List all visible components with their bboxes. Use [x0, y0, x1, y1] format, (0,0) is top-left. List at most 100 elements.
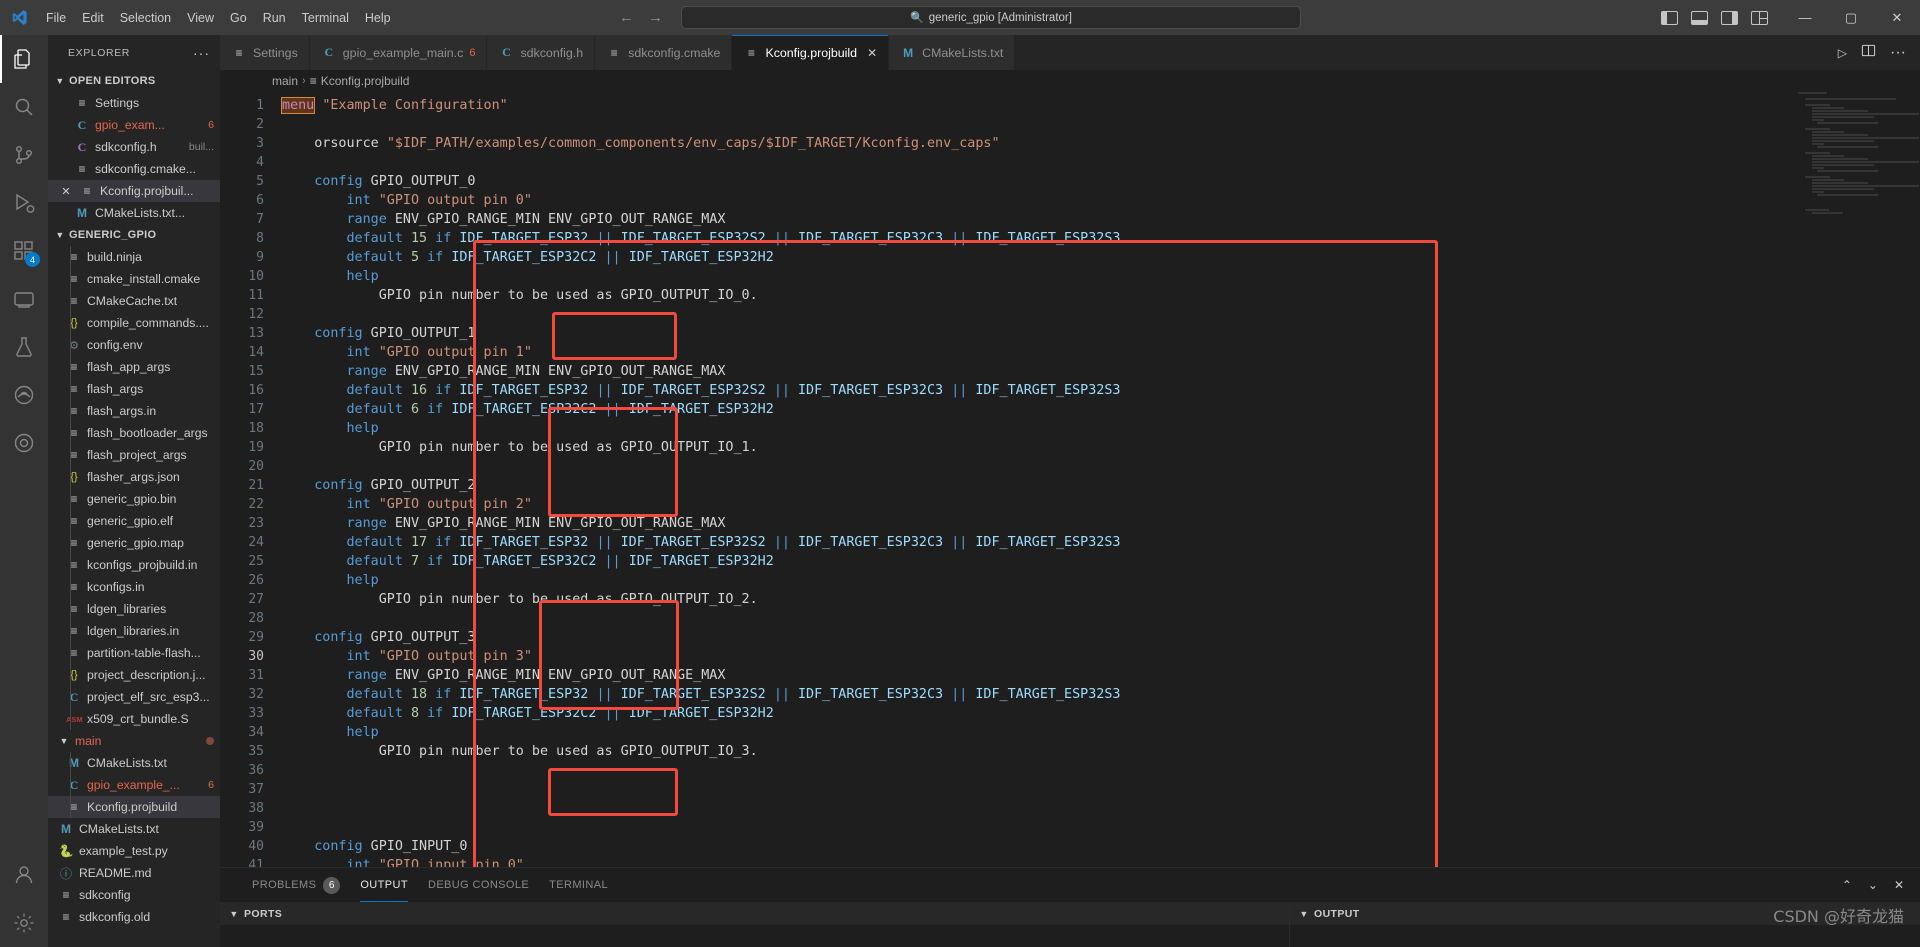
editor-tab[interactable]: ≡ Settings	[220, 35, 310, 70]
folder-main[interactable]: ▼ main	[48, 730, 220, 752]
toggle-panel-icon[interactable]	[1691, 10, 1708, 25]
open-editor-kconfig-projbuild[interactable]: ✕ ≡ Kconfig.projbuil...	[48, 180, 220, 202]
list-item[interactable]: ≡ kconfigs.in	[48, 576, 220, 598]
section-open-editors[interactable]: ▼ OPEN EDITORS	[48, 70, 220, 92]
markdown-file-icon: M	[69, 756, 79, 770]
panel-tab-debug-console[interactable]: DEBUG CONSOLE	[418, 868, 539, 902]
activity-manage-settings[interactable]	[0, 899, 48, 947]
menu-edit[interactable]: Edit	[74, 0, 112, 35]
activity-test-explorer[interactable]	[0, 323, 48, 371]
open-editor-gpio-example[interactable]: C gpio_exam... 6	[48, 114, 220, 136]
open-editor-cmakelists[interactable]: M CMakeLists.txt...	[48, 202, 220, 224]
list-item[interactable]: ≡ flash_bootloader_args	[48, 422, 220, 444]
list-item[interactable]: ≡ Kconfig.projbuild	[48, 796, 220, 818]
menu-help[interactable]: Help	[357, 0, 399, 35]
list-item[interactable]: ≡ flash_app_args	[48, 356, 220, 378]
list-item[interactable]: ≡ CMakeCache.txt	[48, 290, 220, 312]
code-content[interactable]: menu "Example Configuration" orsource "$…	[278, 92, 1920, 867]
list-item[interactable]: {} project_description.j...	[48, 664, 220, 686]
code-editor[interactable]: 1 2 3 4 5 6 7 8 9 10 11 12 13 14 15 16 17 18 19 20 21 22 23 24 2…	[220, 92, 1920, 867]
list-item[interactable]: ≡ kconfigs_projbuild.in	[48, 554, 220, 576]
command-search-bar[interactable]: 🔍 generic_gpio [Administrator]	[681, 6, 1301, 29]
list-item[interactable]: ≡ ldgen_libraries.in	[48, 620, 220, 642]
list-item[interactable]: ≡ build.ninja	[48, 246, 220, 268]
explorer-sidebar: EXPLORER ··· ▼ OPEN EDITORS ≡ Settings C…	[48, 35, 220, 947]
editor-more-actions-icon[interactable]: ···	[1890, 44, 1906, 62]
menu-selection[interactable]: Selection	[112, 0, 179, 35]
maximize-button[interactable]: ▢	[1828, 0, 1874, 35]
panel-tab-output[interactable]: OUTPUT	[350, 868, 418, 902]
activity-espressif[interactable]	[0, 371, 48, 419]
toggle-secondary-sidebar-icon[interactable]	[1721, 10, 1738, 25]
activity-search[interactable]	[0, 83, 48, 131]
open-editor-settings[interactable]: ≡ Settings	[48, 92, 220, 114]
split-editor-icon[interactable]	[1861, 43, 1876, 63]
list-item[interactable]: ASM x509_crt_bundle.S	[48, 708, 220, 730]
editor-tab[interactable]: Cgpio_example_main.c 6	[309, 35, 488, 70]
breadcrumb-main[interactable]: main	[272, 74, 298, 88]
ports-pane-header[interactable]: ▼ PORTS	[220, 902, 1289, 925]
list-item[interactable]: ≡ ldgen_libraries	[48, 598, 220, 620]
close-icon[interactable]: ✕	[867, 46, 877, 60]
menu-file[interactable]: File	[38, 0, 74, 35]
editor-tab[interactable]: ≡ Kconfig.projbuild ✕	[732, 35, 890, 70]
maximize-panel-icon[interactable]: ⌃	[1842, 878, 1852, 892]
line-number: 16	[248, 383, 264, 398]
activity-source-control[interactable]	[0, 131, 48, 179]
customize-layout-icon[interactable]	[1751, 10, 1768, 25]
list-item[interactable]: {} flasher_args.json	[48, 466, 220, 488]
list-item[interactable]: Cproject_elf_src_esp3...	[48, 686, 220, 708]
run-code-icon[interactable]: ▷	[1838, 46, 1847, 60]
list-item[interactable]: ⓘ README.md	[48, 862, 220, 884]
open-editor-sdkconfig-h[interactable]: C sdkconfig.h buil...	[48, 136, 220, 158]
minimize-button[interactable]: —	[1782, 0, 1828, 35]
chevron-down-icon: ▼	[1299, 908, 1309, 919]
menu-run[interactable]: Run	[255, 0, 294, 35]
close-icon[interactable]: ✕	[58, 185, 74, 198]
list-item[interactable]: ≡ generic_gpio.map	[48, 532, 220, 554]
list-item[interactable]: ≡ partition-table-flash...	[48, 642, 220, 664]
sidebar-more-actions-icon[interactable]: ···	[193, 45, 210, 61]
list-item[interactable]: ≡ flash_args.in	[48, 400, 220, 422]
activity-remote-explorer[interactable]	[0, 275, 48, 323]
list-item[interactable]: ≡ sdkconfig	[48, 884, 220, 906]
list-item[interactable]: M CMakeLists.txt	[48, 752, 220, 774]
activity-extensions[interactable]: 4	[0, 227, 48, 275]
breadcrumb-kconfig[interactable]: ≡ Kconfig.projbuild	[310, 74, 410, 88]
list-item[interactable]: ≡ flash_args	[48, 378, 220, 400]
hide-panel-icon[interactable]: ⌄	[1868, 878, 1878, 892]
menu-go[interactable]: Go	[222, 0, 255, 35]
open-editor-sdkconfig-cmake[interactable]: ≡ sdkconfig.cmake...	[48, 158, 220, 180]
list-item[interactable]: ≡ generic_gpio.elf	[48, 510, 220, 532]
json-file-icon: {}	[70, 669, 78, 681]
panel-tab-terminal[interactable]: TERMINAL	[539, 868, 618, 902]
section-generic-gpio[interactable]: ▼ GENERIC_GPIO	[48, 224, 220, 246]
line-number: 35	[248, 744, 264, 759]
activity-accounts[interactable]	[0, 851, 48, 899]
toggle-primary-sidebar-icon[interactable]	[1661, 10, 1678, 25]
forward-arrow-icon[interactable]: →	[648, 9, 663, 26]
list-item[interactable]: {} compile_commands....	[48, 312, 220, 334]
panel-tab-problems[interactable]: PROBLEMS 6	[242, 868, 350, 902]
close-panel-icon[interactable]: ✕	[1894, 878, 1904, 892]
menu-view[interactable]: View	[179, 0, 222, 35]
list-item[interactable]: ⚙ config.env	[48, 334, 220, 356]
activity-platformio[interactable]	[0, 419, 48, 467]
list-item[interactable]: ≡ flash_project_args	[48, 444, 220, 466]
editor-tab[interactable]: Csdkconfig.h	[487, 35, 596, 70]
list-item[interactable]: ≡ generic_gpio.bin	[48, 488, 220, 510]
editor-tab[interactable]: M CMakeLists.txt	[889, 35, 1016, 70]
back-arrow-icon[interactable]: ←	[619, 9, 634, 26]
activity-run-debug[interactable]	[0, 179, 48, 227]
list-item[interactable]: 🐍 example_test.py	[48, 840, 220, 862]
editor-tab[interactable]: ≡ sdkconfig.cmake	[595, 35, 733, 70]
menu-terminal[interactable]: Terminal	[294, 0, 357, 35]
list-item[interactable]: ≡ sdkconfig.old	[48, 906, 220, 928]
list-item[interactable]: M CMakeLists.txt	[48, 818, 220, 840]
list-item[interactable]: ≡ cmake_install.cmake	[48, 268, 220, 290]
activity-explorer[interactable]	[0, 35, 48, 83]
close-window-button[interactable]: ✕	[1874, 0, 1920, 35]
list-item[interactable]: Cgpio_example_... 6	[48, 774, 220, 796]
